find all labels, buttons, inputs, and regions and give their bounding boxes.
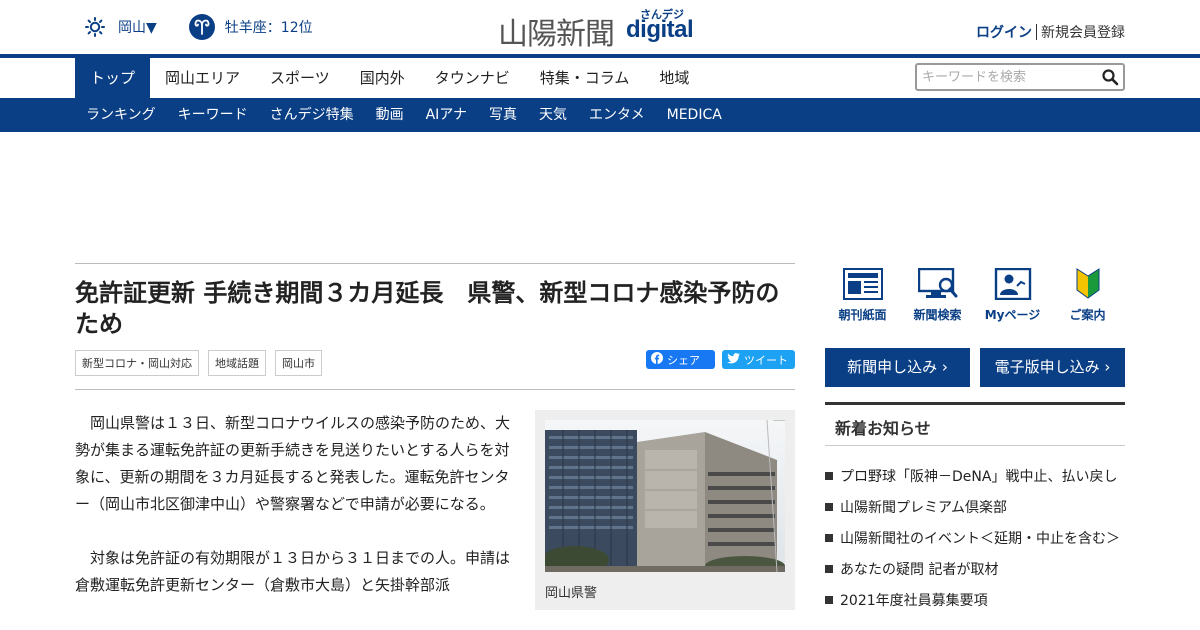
sub-nav-item[interactable]: 写真 (478, 98, 528, 132)
news-item[interactable]: 2021年度社員募集要項 (825, 584, 1125, 615)
sub-nav-item[interactable]: ランキング (75, 98, 167, 132)
sub-nav-item[interactable]: エンタメ (578, 98, 656, 132)
beginner-mark-icon (1068, 268, 1108, 300)
news-item-label: あなたの疑問 記者が取材 (840, 561, 999, 578)
quick-link-label: Myページ (984, 308, 1041, 322)
main-nav: トップ 岡山エリア スポーツ 国内外 タウンナビ 特集・コラム 地域 (0, 54, 1200, 98)
main-nav-item[interactable]: 特集・コラム (525, 58, 645, 98)
site-logo[interactable]: 山陽新聞 さんデジ digital (498, 6, 703, 52)
news-list: プロ野球「阪神－DeNA」戦中止、払い戻し 山陽新聞プレミアム倶楽部山陽新聞社のイ… (825, 460, 1125, 615)
divider (1036, 24, 1037, 40)
article-headline: 免許証更新 手続き期間３カ月延長 県警、新型コロナ感染予防のため (75, 279, 780, 338)
search-input[interactable] (917, 65, 1093, 89)
main-nav-item[interactable]: トップ (75, 58, 151, 98)
news-item-label: 山陽新聞プレミアム倶楽部 (840, 499, 1008, 516)
quick-link-morning-paper[interactable]: 朝刊紙面 (825, 268, 900, 328)
main-nav-item[interactable]: タウンナビ (420, 58, 525, 98)
quick-link-my-page[interactable]: Myページ (975, 267, 1050, 328)
sub-nav-item[interactable]: さんデジ特集 (259, 98, 365, 132)
news-item[interactable]: プロ野球「阪神－DeNA」戦中止、払い戻し (825, 460, 1125, 491)
facebook-share-button[interactable]: シェア (646, 350, 715, 369)
bullet-icon (825, 595, 833, 604)
quick-link-label: ご案内 (1069, 308, 1106, 322)
share-buttons: シェア ツイート (646, 350, 795, 369)
account-links: ログイン 新規会員登録 (976, 22, 1125, 42)
twitter-share-label: ツイート (744, 353, 788, 367)
news-item[interactable]: あなたの疑問 記者が取材 (825, 553, 1125, 584)
article-tag[interactable]: 岡山市 (275, 350, 322, 376)
logo-digital: digital (626, 16, 694, 43)
article-tag[interactable]: 地域話題 (208, 350, 266, 376)
sub-nav-list: ランキング キーワード さんデジ特集 動画 AIアナ 写真 天気 エンタメ MEDICA (75, 98, 733, 132)
quick-link-label: 新聞検索 (913, 308, 962, 322)
subscribe-digital-button[interactable]: 電子版申し込み › (980, 348, 1125, 387)
bullet-icon (825, 533, 833, 542)
bullet-icon (825, 502, 833, 511)
main-nav-item[interactable]: スポーツ (255, 58, 345, 98)
sub-nav-item[interactable]: キーワード (167, 98, 259, 132)
news-item[interactable]: 山陽新聞社のイベント＜延期・中止を含む＞ (825, 522, 1125, 553)
news-item-label: 山陽新聞社のイベント＜延期・中止を含む＞ (840, 530, 1120, 547)
article-tag[interactable]: 新型コロナ・岡山対応 (75, 350, 199, 376)
sun-icon (84, 16, 106, 38)
news-item[interactable]: 山陽新聞プレミアム倶楽部 (825, 491, 1125, 522)
login-link[interactable]: ログイン (976, 22, 1032, 42)
article-paragraph: 対象は免許証の有効期限が１３日から３１日までの人。申請は倉敷運転免許更新センター… (75, 549, 511, 594)
news-item-label: 2021年度社員募集要項 (840, 592, 988, 609)
aries-icon (188, 14, 215, 40)
facebook-icon (651, 352, 663, 367)
register-link[interactable]: 新規会員登録 (1041, 22, 1125, 42)
profile-icon (993, 267, 1033, 301)
bullet-icon (825, 471, 833, 480)
sub-nav-item[interactable]: 天気 (528, 98, 578, 132)
subscription-buttons: 新聞申し込み › 電子版申し込み › (825, 348, 1125, 387)
divider (75, 389, 795, 390)
sub-nav-item[interactable]: AIアナ (415, 98, 478, 132)
monitor-search-icon (917, 267, 958, 300)
article-photo[interactable] (545, 420, 785, 572)
article-paragraph: 岡山県警は１３日、新型コロナウイルスの感染予防のため、大勢が集まる運転免許証の更… (75, 414, 511, 513)
facebook-share-label: シェア (667, 353, 700, 367)
news-item-label: プロ野球「阪神－DeNA」戦中止、払い戻し (840, 468, 1118, 485)
article-body: 岡山県警は１３日、新型コロナウイルスの感染予防のため、大勢が集まる運転免許証の更… (75, 410, 510, 626)
twitter-icon (727, 352, 740, 367)
news-title: 新着お知らせ (835, 419, 931, 438)
photo-caption: 岡山県警 (545, 586, 598, 601)
main-nav-item[interactable]: 岡山エリア (150, 58, 255, 98)
newspaper-icon (842, 268, 883, 300)
header-left: 岡山▼ 牡羊座：12位 (84, 14, 313, 40)
quick-links: 朝刊紙面 新聞検索 Myページ ご案内 (825, 267, 1125, 328)
search-box (915, 63, 1125, 91)
divider (75, 263, 795, 264)
article-figure: 岡山県警 (535, 410, 795, 610)
top-bar: 岡山▼ 牡羊座：12位 山陽新聞 さんデジ digital ログイン 新規会員登… (0, 0, 1200, 54)
sub-nav-item[interactable]: 動画 (365, 98, 415, 132)
quick-link-label: 朝刊紙面 (838, 308, 887, 322)
article-tags: 新型コロナ・岡山対応 地域話題 岡山市 (75, 350, 331, 376)
quick-link-paper-search[interactable]: 新聞検索 (900, 267, 975, 328)
region-selector[interactable]: 岡山▼ (118, 17, 157, 37)
main-nav-item[interactable]: 地域 (644, 58, 704, 98)
logo-kanji: 山陽新聞 (498, 17, 615, 52)
horoscope-rank[interactable]: 牡羊座：12位 (225, 17, 313, 37)
bullet-icon (825, 564, 833, 573)
twitter-share-button[interactable]: ツイート (722, 350, 795, 369)
subscribe-paper-button[interactable]: 新聞申し込み › (825, 348, 970, 387)
news-header: 新着お知らせ (825, 402, 1125, 446)
sub-nav-item[interactable]: MEDICA (656, 98, 733, 132)
main-nav-list: トップ 岡山エリア スポーツ 国内外 タウンナビ 特集・コラム 地域 (75, 58, 704, 98)
main-nav-item[interactable]: 国内外 (345, 58, 420, 98)
quick-link-guide[interactable]: ご案内 (1050, 268, 1125, 328)
search-icon[interactable] (1101, 68, 1119, 86)
sub-nav: ランキング キーワード さんデジ特集 動画 AIアナ 写真 天気 エンタメ MEDICA (0, 98, 1200, 132)
